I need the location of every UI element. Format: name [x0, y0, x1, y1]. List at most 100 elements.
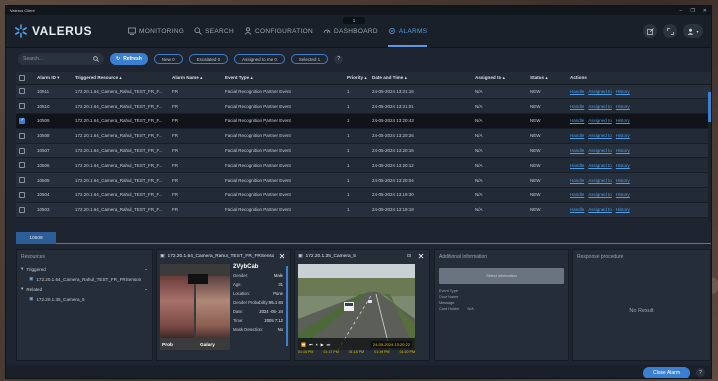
header-event-type[interactable]: Event Type ▴	[222, 72, 344, 85]
action-handle-link[interactable]: Handle	[570, 192, 584, 197]
user-menu-button[interactable]: ▾	[683, 24, 703, 38]
nav-search[interactable]: SEARCH	[194, 15, 234, 47]
action-assigned-to-link[interactable]: Assigned to	[588, 148, 612, 153]
export-button[interactable]	[643, 24, 657, 38]
header-priority[interactable]: Priority ▴	[344, 72, 369, 85]
filter-escalated[interactable]: Escalated 0	[188, 54, 229, 64]
table-row[interactable]: 10510 172.20.1.64_Camera_Rahul_TEST_FR_F.…	[16, 98, 711, 115]
notification-badge[interactable]: 1	[343, 17, 365, 24]
expand-toggle-icon[interactable]: ⌄	[144, 286, 148, 292]
row-checkbox[interactable]	[19, 206, 25, 213]
header-assigned-to[interactable]: Assigned to ▴	[472, 72, 527, 85]
table-row[interactable]: 10504 172.20.1.64_Camera_Rahul_TEST_FR_F.…	[16, 187, 711, 203]
search-input[interactable]: Search...	[18, 53, 104, 65]
help-icon[interactable]: ?	[334, 54, 344, 64]
maximize-button[interactable]: ❐	[690, 8, 694, 14]
cell-actions[interactable]: Handle Assigned to History	[567, 84, 711, 100]
tab-alarm-detail[interactable]: 10509	[16, 232, 56, 244]
cell-row-checkbox[interactable]	[16, 202, 34, 218]
action-history-link[interactable]: History	[616, 207, 630, 212]
cell-actions[interactable]: Handle Assigned to History	[567, 202, 711, 218]
cell-actions[interactable]: Handle Assigned to History	[567, 187, 711, 203]
row-checkbox[interactable]	[19, 177, 25, 184]
table-scrollbar-thumb[interactable]	[708, 92, 711, 122]
action-assigned-to-link[interactable]: Assigned to	[588, 89, 612, 94]
cell-actions[interactable]: Handle Assigned to History	[567, 128, 711, 144]
header-alarm-name[interactable]: Alarm Name ▴	[169, 72, 222, 85]
expand-toggle-icon[interactable]: ⌄	[144, 266, 148, 272]
row-checkbox[interactable]	[19, 191, 25, 198]
row-checkbox[interactable]	[19, 117, 25, 124]
filter-selected[interactable]: Selected 1	[290, 54, 329, 64]
action-handle-link[interactable]: Handle	[570, 104, 584, 109]
related-group[interactable]: ▾ Related ⌄	[17, 284, 152, 294]
filter-assigned-to-me[interactable]: Assigned to me 0	[234, 54, 285, 64]
cell-row-checkbox[interactable]	[16, 84, 34, 100]
action-handle-link[interactable]: Handle	[570, 207, 584, 212]
row-checkbox[interactable]	[19, 132, 25, 139]
action-assigned-to-link[interactable]: Assigned to	[588, 104, 612, 109]
timeline[interactable]: 01:16 PM 01:17 PM 01:18 PM 01:19 PM 01:20 PM	[298, 350, 415, 358]
header-select-all[interactable]	[16, 72, 34, 85]
action-handle-link[interactable]: Handle	[570, 133, 584, 138]
table-row[interactable]: 10505 172.20.1.64_Camera_Rahul_TEST_FR_F.…	[16, 172, 711, 189]
action-history-link[interactable]: History	[616, 104, 630, 109]
action-history-link[interactable]: History	[616, 148, 630, 153]
minimize-button[interactable]: –	[680, 8, 683, 14]
close-icon[interactable]: ✕	[277, 251, 287, 261]
cell-actions[interactable]: Handle Assigned to History	[567, 143, 711, 159]
action-history-link[interactable]: History	[616, 89, 630, 94]
action-history-link[interactable]: History	[616, 192, 630, 197]
table-row[interactable]: 10508 172.20.1.64_Camera_Rahul_TEST_FR_F.…	[16, 128, 711, 144]
action-handle-link[interactable]: Handle	[570, 178, 584, 183]
action-history-link[interactable]: History	[616, 133, 630, 138]
action-history-link[interactable]: History	[616, 118, 630, 123]
header-status[interactable]: Status ▴	[527, 72, 567, 85]
cell-actions[interactable]: Handle Assigned to History	[567, 98, 711, 115]
action-history-link[interactable]: History	[616, 163, 630, 168]
table-row[interactable]: 10503 172.20.1.64_Camera_Rahul_TEST_FR_F.…	[16, 202, 711, 218]
action-assigned-to-link[interactable]: Assigned to	[588, 178, 612, 183]
cell-row-checkbox[interactable]	[16, 98, 34, 115]
cell-actions[interactable]: Handle Assigned to History	[567, 172, 711, 189]
pause-icon[interactable]: ⏸	[316, 342, 318, 347]
action-handle-link[interactable]: Handle	[570, 148, 584, 153]
table-row[interactable]: 10506 172.20.1.64_Camera_Rahul_TEST_FR_F.…	[16, 157, 711, 174]
row-checkbox[interactable]	[19, 88, 25, 95]
action-assigned-to-link[interactable]: Assigned to	[588, 118, 612, 123]
table-row[interactable]: 10511 172.20.1.64_Camera_Rahul_TEST_FR_F.…	[16, 84, 711, 100]
cell-row-checkbox[interactable]	[16, 187, 34, 203]
header-alarm-id[interactable]: Alarm ID ▾	[34, 72, 72, 85]
cell-actions[interactable]: Handle Assigned to History	[567, 113, 711, 129]
row-checkbox[interactable]	[19, 103, 25, 110]
nav-monitoring[interactable]: MONITORING	[128, 15, 184, 47]
action-assigned-to-link[interactable]: Assigned to	[588, 192, 612, 197]
table-row[interactable]: 10507 172.20.1.64_Camera_Rahul_TEST_FR_F.…	[16, 143, 711, 159]
header-date-time[interactable]: Date and Time ▴	[369, 72, 472, 85]
details-scrollbar[interactable]	[286, 266, 288, 346]
action-assigned-to-link[interactable]: Assigned to	[588, 207, 612, 212]
rewind-icon[interactable]: ⏪	[301, 342, 306, 347]
cell-actions[interactable]: Handle Assigned to History	[567, 157, 711, 174]
close-alarm-button[interactable]: Close Alarm	[643, 366, 690, 378]
nav-configuration[interactable]: CONFIGURATION	[244, 15, 313, 47]
nav-alarms[interactable]: ALARMS	[387, 15, 428, 47]
table-row[interactable]: 10509172.20.1.64_Camera_Rahul_TEST_FR_F.…	[16, 113, 711, 129]
select-all-checkbox[interactable]	[19, 74, 25, 81]
cell-row-checkbox[interactable]	[16, 143, 34, 159]
cell-row-checkbox[interactable]	[16, 128, 34, 144]
cell-row-checkbox[interactable]	[16, 113, 34, 129]
action-handle-link[interactable]: Handle	[570, 118, 584, 123]
row-checkbox[interactable]	[19, 162, 25, 169]
play-icon[interactable]: ▶	[321, 342, 324, 347]
fullscreen-button[interactable]	[663, 24, 677, 38]
header-triggered-resource[interactable]: Triggered Resource ▴	[72, 72, 169, 85]
action-assigned-to-link[interactable]: Assigned to	[588, 133, 612, 138]
refresh-button[interactable]: ↻ Refresh	[110, 53, 148, 65]
close-window-button[interactable]: ✕	[703, 8, 707, 14]
row-checkbox[interactable]	[19, 147, 25, 154]
snapshot-icon[interactable]: ⊡	[407, 254, 411, 259]
action-handle-link[interactable]: Handle	[570, 163, 584, 168]
action-history-link[interactable]: History	[616, 178, 630, 183]
select-information-button[interactable]: Select information	[439, 268, 564, 284]
